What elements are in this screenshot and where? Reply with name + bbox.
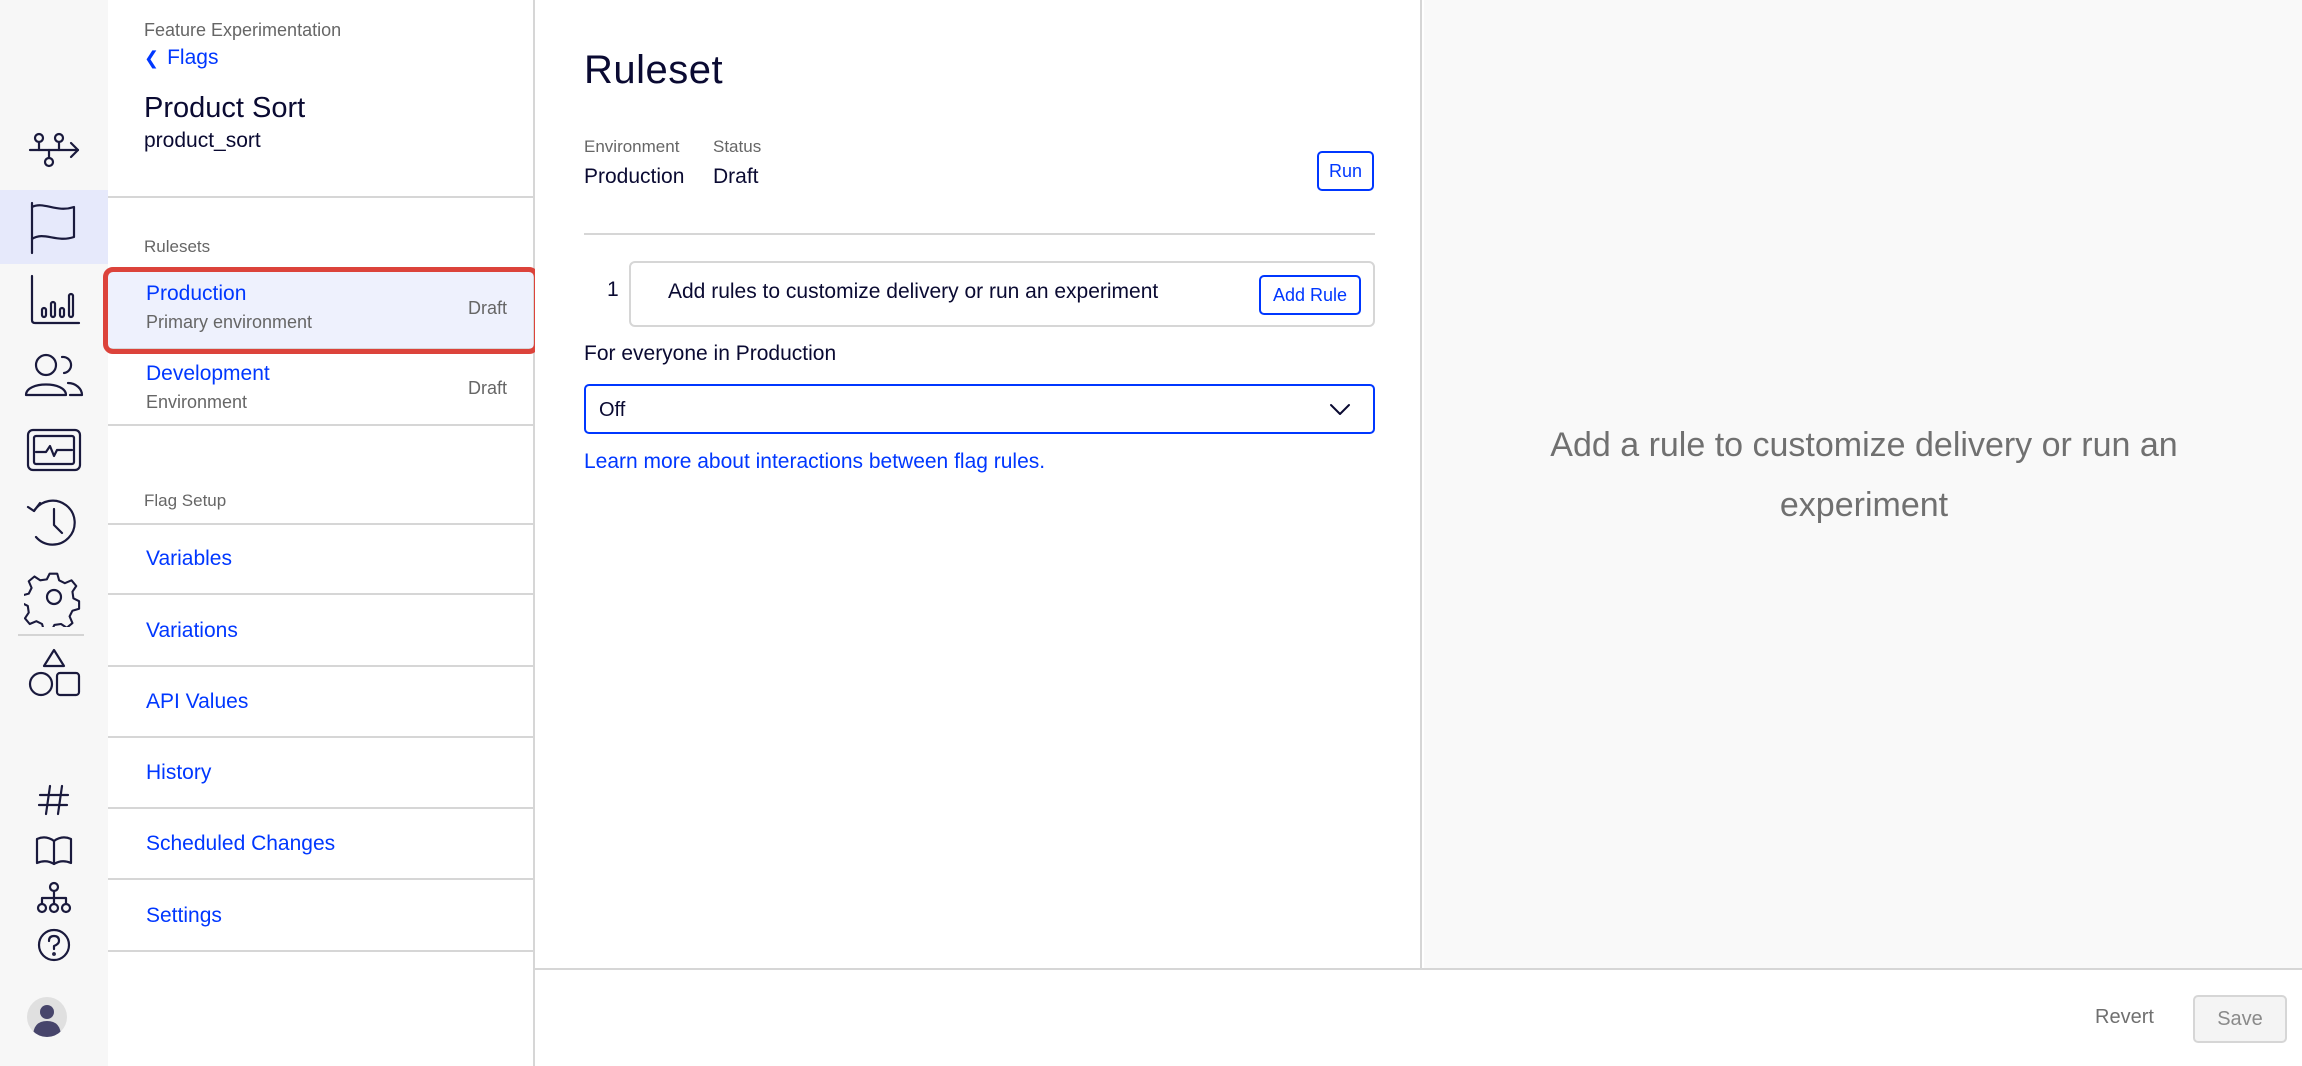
- ruleset-name: Development: [146, 362, 270, 385]
- add-rule-button[interactable]: Add Rule: [1259, 275, 1361, 315]
- rail-item-audiences[interactable]: [0, 343, 108, 407]
- rail-item-flags[interactable]: [0, 190, 108, 264]
- rule-number: 1: [607, 278, 619, 301]
- environment-value: Production: [584, 165, 685, 188]
- ruleset-item-development[interactable]: Development Environment Draft: [108, 350, 533, 428]
- hierarchy-icon: [36, 881, 72, 914]
- empty-state-message: Add a rule to customize delivery or run …: [1550, 426, 2178, 524]
- select-value: Off: [599, 399, 626, 421]
- flag-sidebar: Feature Experimentation ❮ Flags Product …: [108, 0, 535, 1066]
- chevron-down-icon: [1330, 404, 1350, 415]
- status-value: Draft: [713, 165, 759, 188]
- status-label: Status: [713, 137, 762, 156]
- ruleset-status: Draft: [467, 298, 507, 318]
- setup-item-settings[interactable]: Settings: [108, 882, 533, 952]
- everyone-label: For everyone in Production: [584, 342, 837, 365]
- run-button[interactable]: Run: [1317, 151, 1374, 191]
- rail-item-history[interactable]: [0, 491, 108, 555]
- rail-item-events[interactable]: [0, 418, 108, 482]
- divider: [108, 424, 533, 426]
- history-icon: [26, 499, 76, 546]
- flag-icon: [30, 201, 76, 255]
- rail-item-settings[interactable]: [0, 565, 108, 629]
- setup-item-api-values[interactable]: API Values: [108, 668, 533, 738]
- ruleset-name: Production: [146, 282, 247, 305]
- rule-placeholder-text: Add rules to customize delivery or run a…: [668, 280, 1159, 303]
- avatar-icon: [33, 1005, 61, 1037]
- help-icon: [37, 928, 71, 962]
- ruleset-subtitle: Primary environment: [146, 312, 313, 332]
- flag-name: Product Sort: [144, 92, 306, 124]
- save-button[interactable]: Save: [2193, 995, 2287, 1043]
- icon-rail: [0, 0, 108, 1066]
- ruleset-main: Ruleset Environment Production Status Dr…: [535, 0, 1422, 968]
- chevron-left-icon: ❮: [144, 47, 160, 68]
- rail-item-experiments[interactable]: [0, 118, 108, 182]
- divider: [584, 233, 1375, 235]
- users-icon: [24, 353, 84, 397]
- rule-card: Add rules to customize delivery or run a…: [629, 261, 1375, 327]
- setup-item-scheduled-changes[interactable]: Scheduled Changes: [108, 810, 533, 880]
- shapes-icon: [28, 648, 81, 697]
- action-footer: Revert Save: [535, 968, 2302, 1066]
- environment-label: Environment: [584, 137, 680, 156]
- rule-detail-panel: Add a rule to customize delivery or run …: [1424, 0, 2302, 968]
- ruleset-item-production[interactable]: Production Primary environment Draft: [108, 270, 533, 348]
- divider: [108, 196, 533, 198]
- breadcrumb: Feature Experimentation: [144, 20, 342, 40]
- back-to-flags-link[interactable]: ❮ Flags: [144, 46, 218, 70]
- setup-item-variables[interactable]: Variables: [108, 525, 533, 595]
- bar-chart-icon: [30, 274, 81, 325]
- rail-item-reports[interactable]: [0, 268, 108, 332]
- setup-item-history[interactable]: History: [108, 739, 533, 809]
- default-variation-select[interactable]: Off: [584, 384, 1375, 434]
- gear-icon: [24, 572, 81, 627]
- flag-key: product_sort: [144, 129, 261, 152]
- rulesets-heading: Rulesets: [144, 237, 211, 256]
- book-icon: [35, 836, 73, 866]
- page-title: Ruleset: [584, 48, 724, 92]
- timeline-icon: [28, 132, 80, 168]
- flag-setup-heading: Flag Setup: [144, 491, 227, 510]
- ruleset-subtitle: Environment: [146, 392, 248, 412]
- hash-icon: [37, 784, 70, 816]
- revert-button[interactable]: Revert: [2095, 1006, 2154, 1029]
- rail-item-integrations[interactable]: [0, 642, 108, 706]
- setup-item-variations[interactable]: Variations: [108, 597, 533, 667]
- learn-more-link[interactable]: Learn more about interactions between fl…: [584, 450, 1045, 474]
- ruleset-status: Draft: [467, 378, 507, 398]
- back-link-label: Flags: [167, 46, 219, 69]
- rail-divider: [18, 634, 84, 636]
- monitor-icon: [26, 428, 82, 472]
- avatar[interactable]: [27, 997, 67, 1037]
- rail-item-help[interactable]: [0, 913, 108, 977]
